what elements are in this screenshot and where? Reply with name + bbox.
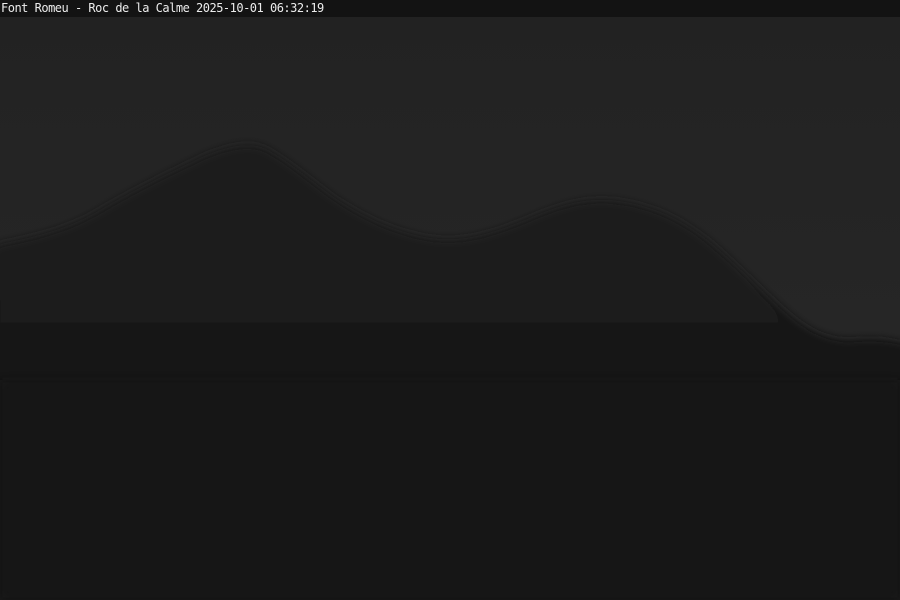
foreground-darkness (0, 380, 900, 600)
webcam-caption: Font Romeu - Roc de la Calme 2025-10-01 … (1, 1, 324, 15)
webcam-frame: Font Romeu - Roc de la Calme 2025-10-01 … (0, 0, 900, 600)
webcam-night-scene (0, 0, 900, 600)
